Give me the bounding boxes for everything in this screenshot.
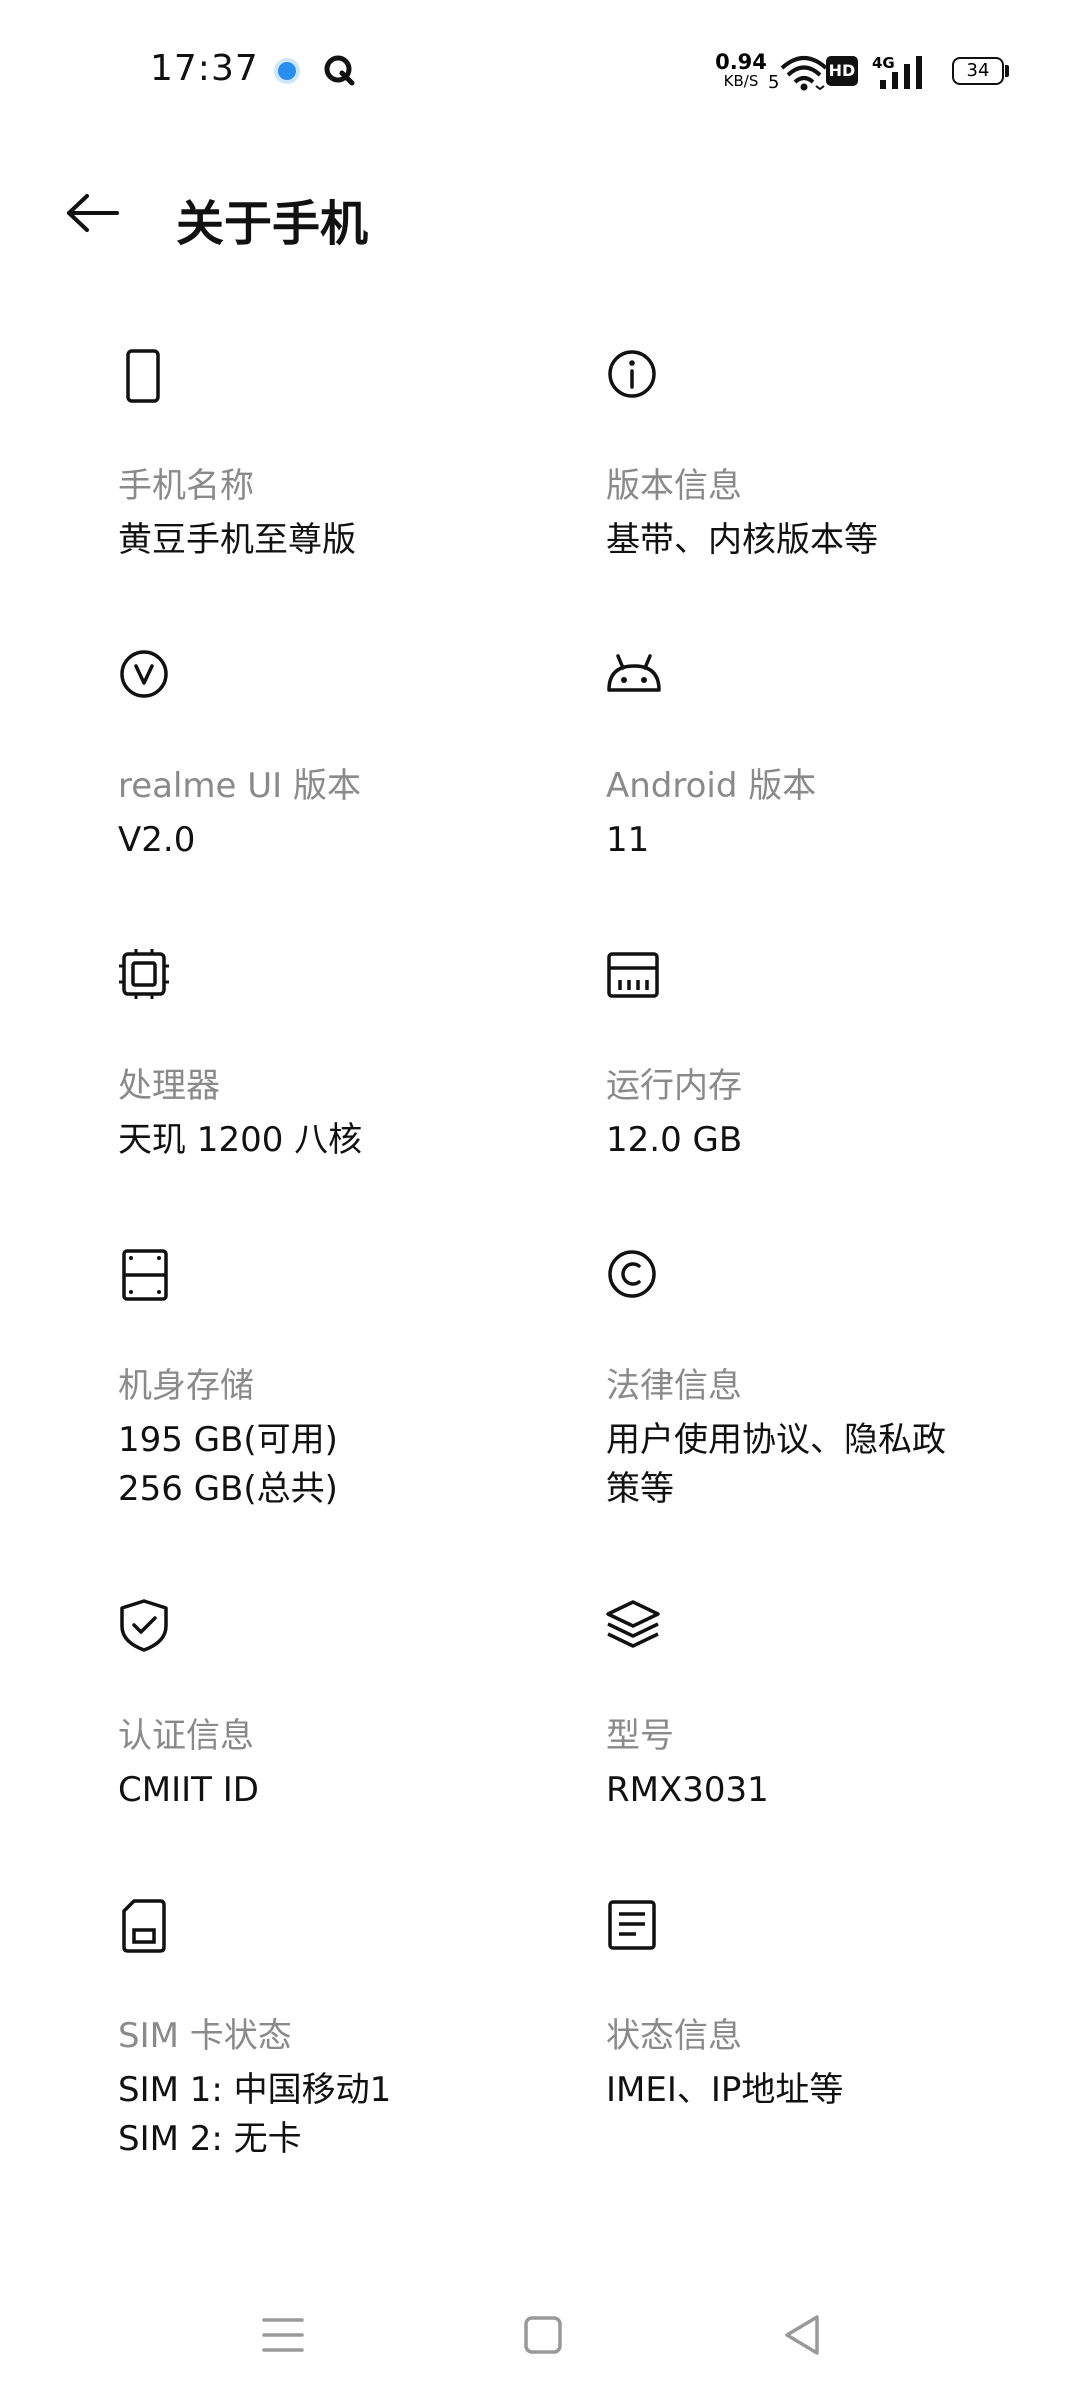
home-button[interactable] — [508, 2300, 578, 2370]
tile-label: 认证信息 — [118, 1716, 254, 1756]
tile-label: 状态信息 — [606, 2016, 742, 2056]
battery-indicator: 34 — [952, 57, 1004, 85]
tile-value: 11 — [606, 820, 650, 860]
tile-legal-info[interactable]: 法律信息 用户使用协议、隐私政 策等 — [606, 1248, 1036, 1509]
android-icon — [607, 654, 661, 692]
tile-label: realme UI 版本 — [118, 766, 361, 806]
document-icon — [608, 1900, 656, 1950]
tile-value: 用户使用协议、隐私政 策等 — [606, 1420, 946, 1509]
arrow-left-icon — [67, 194, 119, 232]
nav-back-button[interactable] — [768, 2300, 838, 2370]
tile-label: 机身存储 — [118, 1366, 254, 1406]
status-bar: 17:37 0.94 KB/S 5 HD 4G 34 — [0, 0, 1080, 140]
phone-icon — [126, 349, 160, 403]
processor-icon — [119, 949, 169, 999]
tile-label: 版本信息 — [606, 466, 742, 506]
tile-value: V2.0 — [118, 820, 196, 860]
copyright-icon — [608, 1250, 656, 1298]
tile-model[interactable]: 型号 RMX3031 — [606, 1598, 1036, 1810]
network-speed: 0.94 KB/S — [714, 52, 768, 89]
home-icon — [524, 2316, 562, 2354]
tile-value: 195 GB(可用) 256 GB(总共) — [118, 1420, 338, 1509]
wifi-icon: 5 — [768, 56, 828, 92]
back-button[interactable] — [60, 180, 126, 246]
navigation-bar — [0, 2290, 1080, 2400]
tile-value: CMIIT ID — [118, 1770, 259, 1810]
layers-icon — [606, 1600, 660, 1648]
q-app-notification-icon — [324, 55, 355, 86]
realme-v-icon — [120, 650, 168, 698]
tile-value: 基带、内核版本等 — [606, 520, 878, 560]
memory-icon — [607, 952, 659, 998]
wifi-badge: 5 — [768, 72, 779, 92]
shield-check-icon — [120, 1599, 168, 1652]
tile-android-version[interactable]: Android 版本 11 — [606, 648, 1036, 860]
hd-badge: HD — [826, 56, 858, 86]
tile-value: 天玑 1200 八核 — [118, 1120, 363, 1160]
tile-value: 12.0 GB — [606, 1120, 743, 1160]
app-header: 关于手机 — [0, 140, 1080, 290]
tile-realme-ui-version[interactable]: realme UI 版本 V2.0 — [118, 648, 548, 860]
tile-value: SIM 1: 中国移动1 SIM 2: 无卡 — [118, 2070, 392, 2159]
tile-label: 型号 — [606, 1716, 674, 1756]
tile-label: 手机名称 — [118, 466, 254, 506]
tile-label: 法律信息 — [606, 1366, 742, 1406]
tile-phone-name[interactable]: 手机名称 黄豆手机至尊版 — [118, 348, 548, 560]
battery-tip — [1005, 65, 1009, 77]
tile-version-info[interactable]: 版本信息 基带、内核版本等 — [606, 348, 1036, 560]
tile-storage[interactable]: 机身存储 195 GB(可用) 256 GB(总共) — [118, 1248, 548, 1509]
recent-apps-button[interactable] — [248, 2300, 318, 2370]
page-title: 关于手机 — [176, 196, 369, 252]
menu-icon — [262, 2318, 304, 2352]
tile-value: RMX3031 — [606, 1770, 769, 1810]
storage-icon — [122, 1249, 168, 1301]
tile-status-info[interactable]: 状态信息 IMEI、IP地址等 — [606, 1898, 1036, 2110]
tile-label: 运行内存 — [606, 1066, 742, 1106]
cellular-badge: 4G — [872, 54, 895, 72]
tile-sim-status[interactable]: SIM 卡状态 SIM 1: 中国移动1 SIM 2: 无卡 — [118, 1898, 548, 2159]
cellular-signal-icon: 4G — [872, 54, 922, 89]
tile-label: SIM 卡状态 — [118, 2016, 292, 2056]
network-speed-unit: KB/S — [723, 72, 759, 90]
tile-label: 处理器 — [118, 1066, 220, 1106]
tile-ram[interactable]: 运行内存 12.0 GB — [606, 948, 1036, 1160]
tile-label: Android 版本 — [606, 766, 817, 806]
tile-certification[interactable]: 认证信息 CMIIT ID — [118, 1598, 548, 1810]
sim-card-icon — [122, 1899, 166, 1953]
tile-value: IMEI、IP地址等 — [606, 2070, 844, 2110]
status-time: 17:37 — [150, 48, 259, 89]
info-icon — [608, 350, 656, 398]
tile-processor[interactable]: 处理器 天玑 1200 八核 — [118, 948, 548, 1160]
tile-value: 黄豆手机至尊版 — [118, 520, 356, 560]
app-notification-icon — [274, 58, 300, 84]
back-triangle-icon — [785, 2315, 819, 2355]
network-speed-value: 0.94 — [715, 50, 767, 74]
